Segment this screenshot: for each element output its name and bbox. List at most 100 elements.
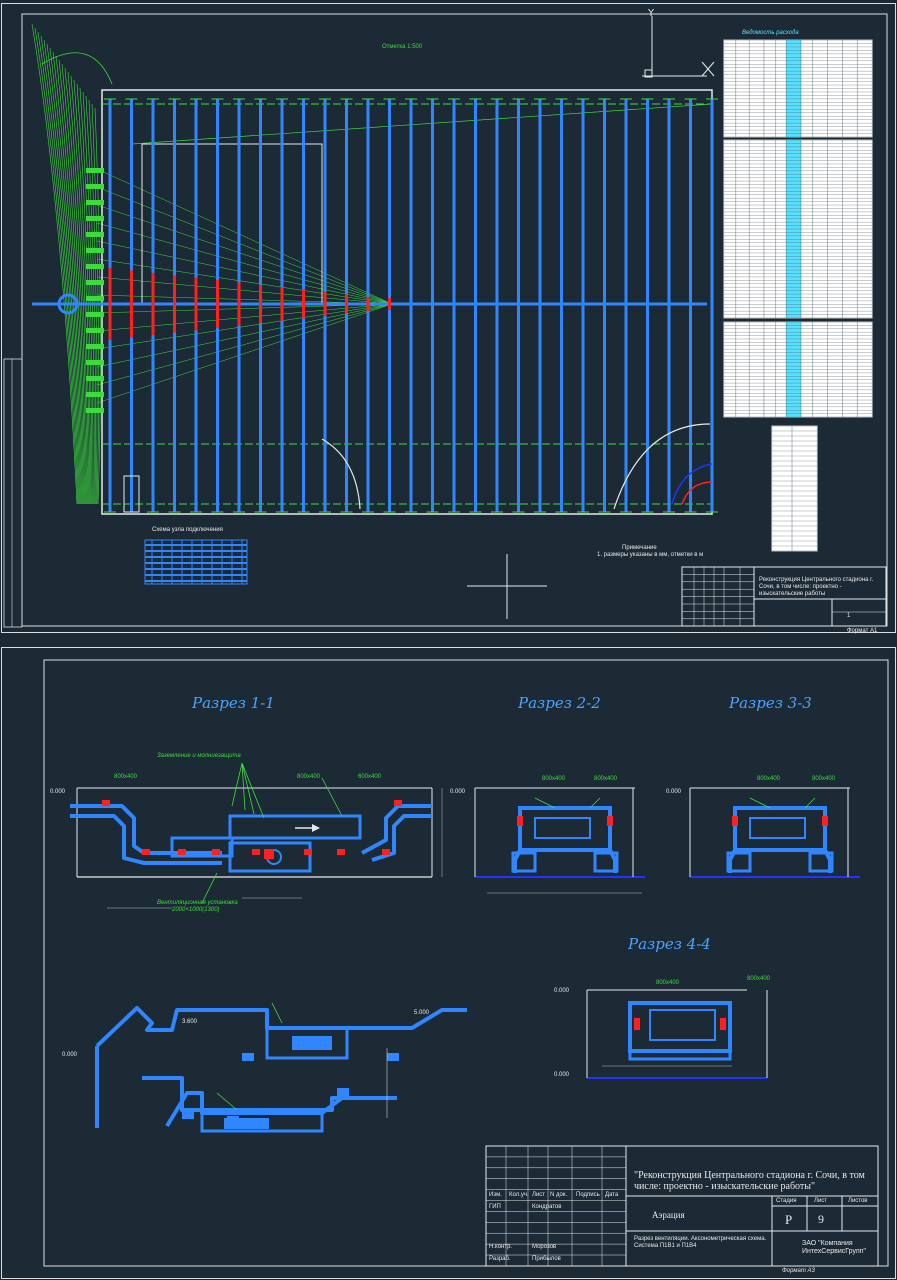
leader: [271, 1002, 283, 1024]
vent-table: [723, 39, 873, 552]
top-note: Отметка 1:500: [382, 44, 423, 50]
axo-damper: [242, 1053, 254, 1061]
tag-mark: [86, 296, 104, 301]
duct-label: 600x400: [358, 774, 382, 780]
title-block-project: "Реконструкция Центрального стадиона г. …: [634, 1170, 865, 1192]
person-name: Кондратов: [532, 1204, 562, 1210]
title-block-1-sheet: 1: [847, 613, 851, 619]
callout-main: Заземление и молниезащита: [157, 753, 241, 759]
legend-caption: Схема узла подключения: [152, 527, 223, 533]
duct-label: 800x400: [757, 776, 781, 782]
tag-mark: [86, 184, 104, 189]
level-mark: 0.000: [666, 789, 682, 795]
damper: [720, 1018, 726, 1030]
section-3-3-title: Разрез 3-3: [729, 694, 812, 712]
ahu-upper: [228, 814, 362, 840]
col-header: Изм.: [489, 1192, 502, 1198]
building-inner: [141, 143, 323, 305]
plan-sheet: Y Отметка 1:500 Ведомость расхода Схема …: [1, 3, 896, 634]
leader: [321, 777, 343, 817]
callout-bottom: Вентиляционная установка: [157, 900, 238, 906]
tag-mark: [86, 232, 104, 237]
person-name: Прибылов: [532, 1256, 561, 1262]
section-1-1-title: Разрез 1-1: [192, 694, 275, 712]
duct-label: 800x400: [812, 776, 836, 782]
leader: [216, 1092, 238, 1111]
door-arc: [613, 423, 711, 510]
duct-label: 800x400: [656, 980, 680, 986]
level-mark: 0.000: [554, 988, 570, 994]
stage-value: Р: [785, 1212, 793, 1227]
tag-mark: [86, 360, 104, 365]
tag-mark: [86, 408, 104, 413]
damper: [102, 800, 110, 806]
door-arc: [321, 438, 361, 510]
damper: [732, 816, 738, 826]
door-arc-red: [681, 481, 713, 505]
col-header: Кол.уч.: [509, 1192, 529, 1198]
sections-sheet: Разрез 1-1 Разрез 2-2 Разрез 3-3 Разрез …: [1, 647, 896, 1279]
axo-damper: [182, 1111, 194, 1119]
plan-grid: [31, 23, 718, 515]
section-3-3-drawing: [689, 787, 860, 878]
col-header: Лист: [532, 1192, 546, 1198]
section-4-4-title: Разрез 4-4: [628, 935, 711, 953]
level-mark: 5.000: [414, 1010, 430, 1016]
tag-mark: [86, 200, 104, 205]
level-mark: 0.000: [62, 1052, 78, 1058]
person-name: Морозов: [532, 1244, 557, 1250]
plan-drawing: Y: [3, 8, 888, 628]
format-label-1: Формат А1: [847, 628, 878, 634]
sheet-header: Лист: [814, 1198, 828, 1204]
tag-mark: [86, 216, 104, 221]
base: [628, 1049, 732, 1061]
damper: [822, 816, 828, 826]
damper: [142, 849, 150, 855]
unit-frame: [733, 806, 827, 852]
sheets-header: Листов: [848, 1198, 868, 1204]
level-mark: 0.000: [50, 789, 66, 795]
tag-mark: [86, 376, 104, 381]
damper: [264, 849, 274, 859]
duct-run: [371, 814, 432, 862]
company-name: ЗАО "Компания ИнтехСервисГрупп": [802, 1240, 867, 1255]
duct-label: 800x400: [594, 776, 618, 782]
section-1-1-drawing: [70, 762, 443, 909]
damper: [337, 849, 345, 855]
tag-mark: [86, 264, 104, 269]
damper: [394, 800, 402, 806]
section-4-4-drawing: [586, 989, 768, 1079]
duct-run: [361, 804, 432, 855]
tag-mark: [86, 344, 104, 349]
role-label: ГИП: [489, 1204, 501, 1210]
damper: [252, 849, 260, 855]
table-title: Ведомость расхода: [742, 30, 799, 36]
title-block-section: Аэрация: [652, 1210, 685, 1220]
sheet-value: 9: [818, 1212, 824, 1226]
stage-header: Стадия: [776, 1198, 797, 1204]
damper: [607, 816, 613, 826]
unit-inner: [534, 817, 591, 839]
duct-label: 800x400: [114, 774, 138, 780]
building-outline: [101, 89, 713, 515]
unit-inner: [749, 817, 806, 839]
format-label-2: Формат А3: [782, 1268, 815, 1274]
tag-mark: [86, 312, 104, 317]
note-detail: 1. размеры указаны в мм, отметки в м: [597, 552, 704, 558]
svg-text:Y: Y: [647, 8, 655, 19]
level-mark: 3.600: [182, 1019, 198, 1025]
tag-mark: [86, 280, 104, 285]
axo-damper: [387, 1053, 399, 1061]
legend-block: [144, 539, 248, 585]
unit-frame: [518, 806, 612, 852]
axo-damper: [337, 1088, 349, 1096]
callout-bottom-2: 2000×1000(1300): [172, 907, 220, 913]
level-mark: 0.000: [450, 789, 466, 795]
flow-arrowhead: [312, 824, 320, 832]
drawing-name: Разрез вентиляции. Аксонометрическая схе…: [634, 1236, 767, 1249]
damper: [212, 849, 220, 855]
unit-inner: [649, 1009, 716, 1041]
damper: [517, 816, 523, 826]
damper: [382, 849, 390, 855]
leader: [231, 762, 243, 807]
